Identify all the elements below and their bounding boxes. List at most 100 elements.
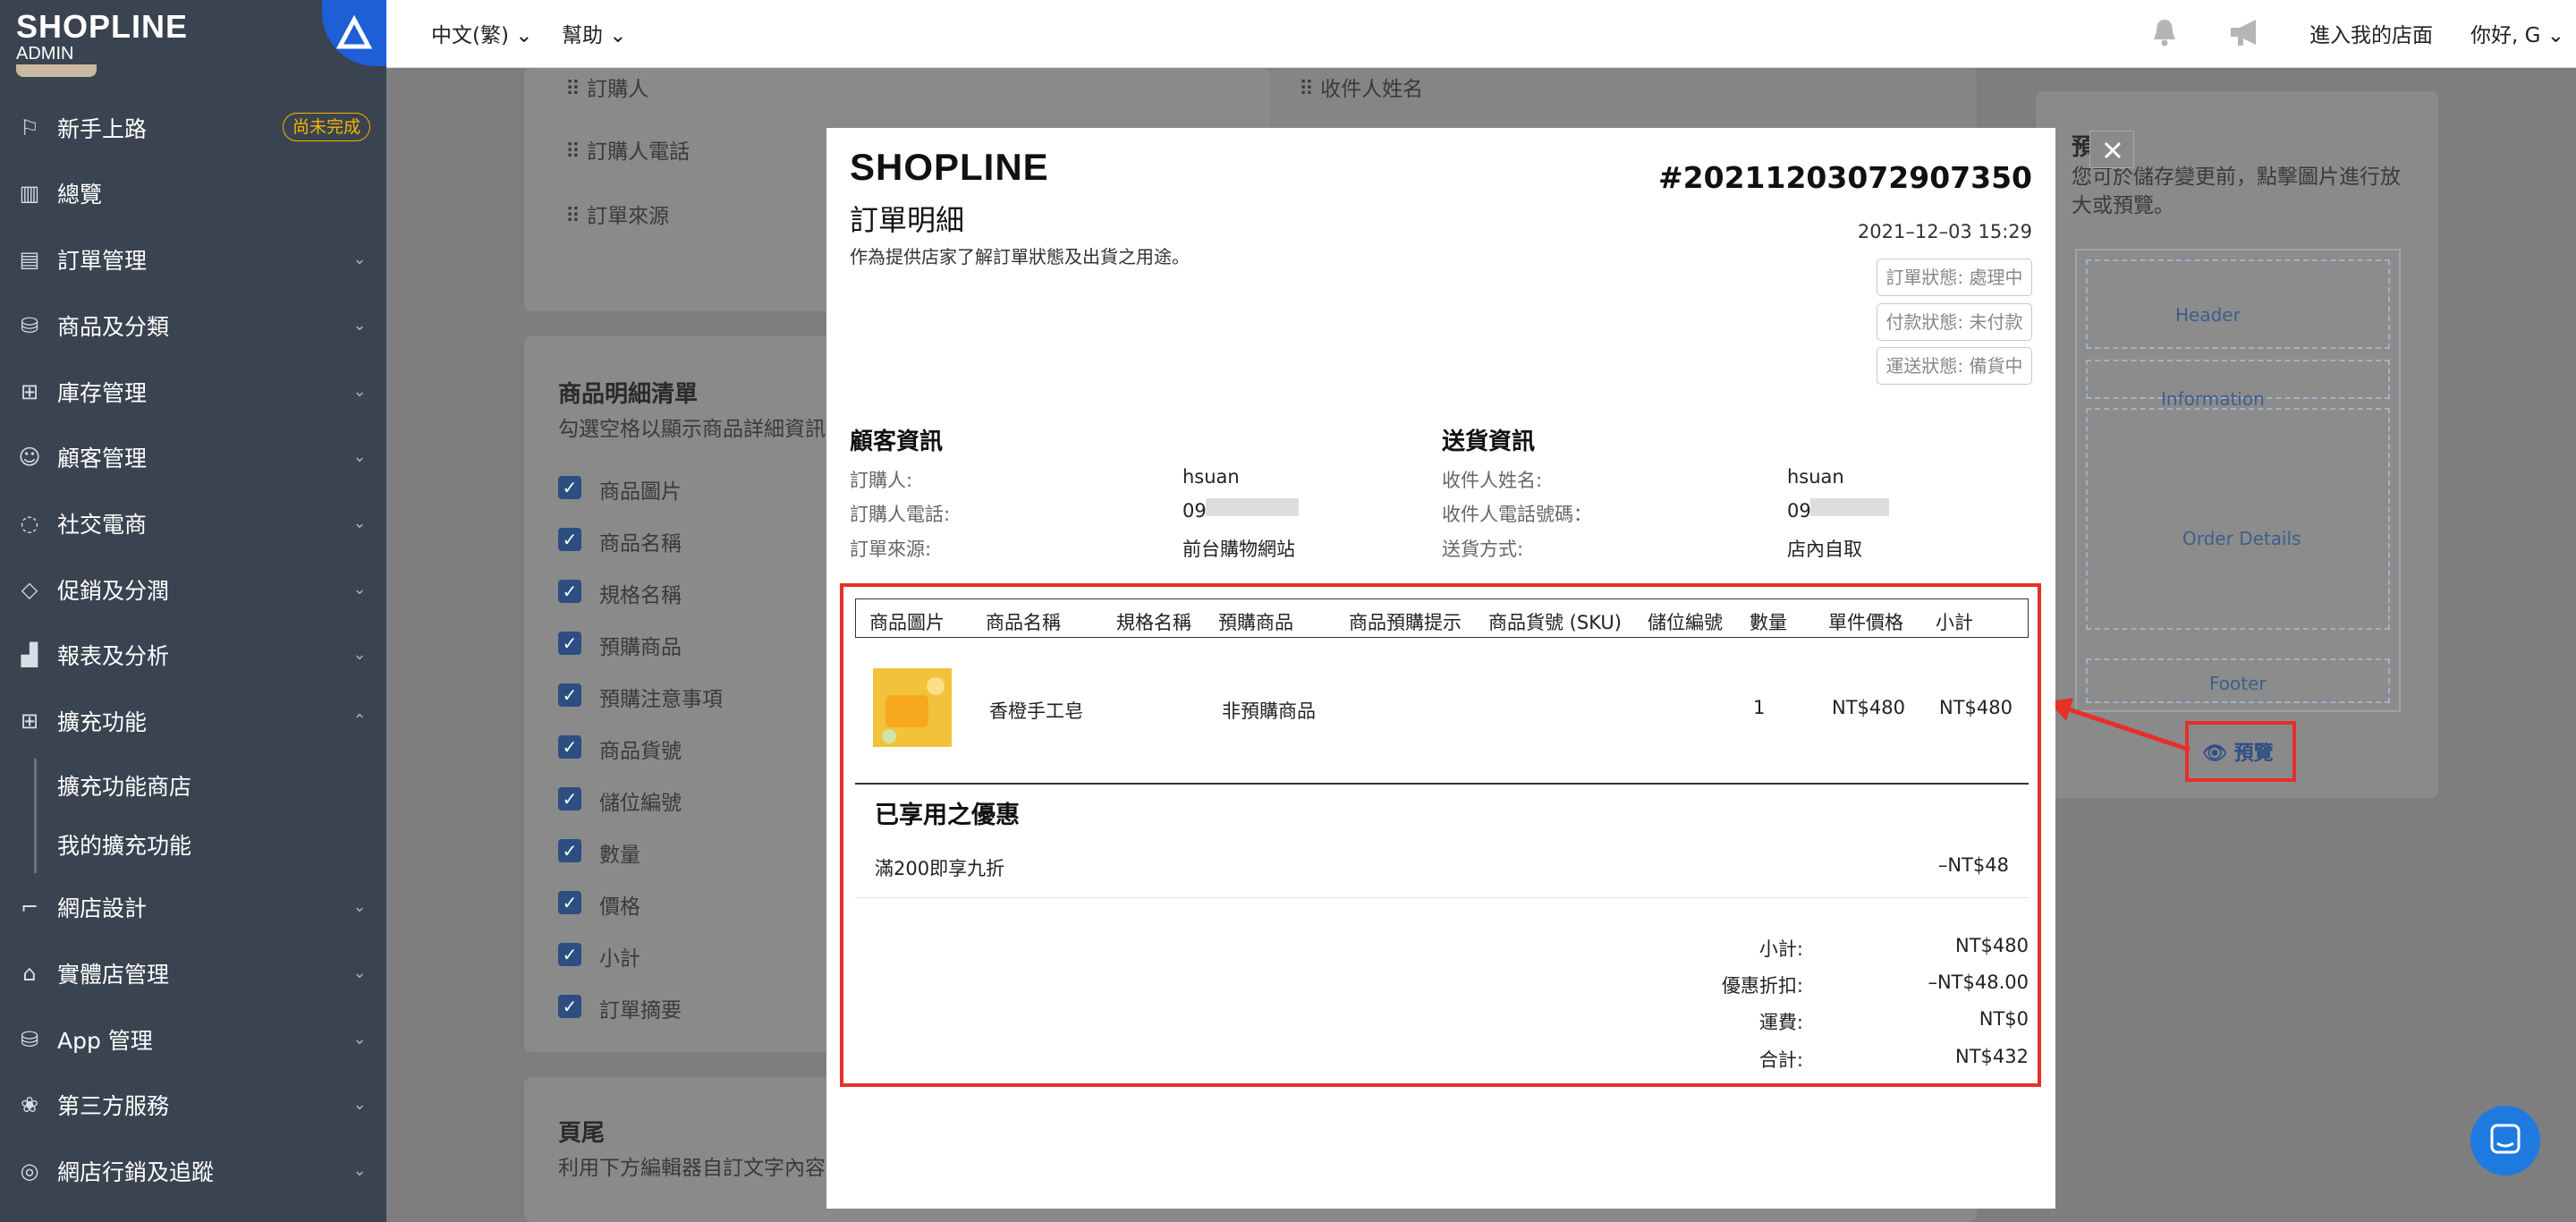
checkbox[interactable]: ✓ <box>558 787 581 810</box>
third-party-icon: ❀ <box>20 1092 39 1117</box>
checkbox[interactable]: ✓ <box>558 528 581 551</box>
field-label: 訂購人電話 <box>587 140 691 164</box>
order-number: #20211203072907350 <box>1658 160 2032 195</box>
sidebar-item-third-party[interactable]: ❀ 第三方服務 ⌄ <box>0 1079 386 1131</box>
sidebar-item-promotions[interactable]: ◇ 促銷及分潤 ⌄ <box>0 564 386 615</box>
apps-plus-icon: ⊞ <box>20 709 39 734</box>
thumb-order-details-block <box>2086 408 2390 630</box>
help-label: 幫助 <box>562 24 603 47</box>
order-datetime: 2021–12–03 15:29 <box>1857 221 2032 242</box>
sidebar-item-extensions[interactable]: ⊞ 擴充功能 ⌃ <box>0 695 386 747</box>
sidebar-item-retail-store[interactable]: ⌂ 實體店管理 ⌄ <box>0 947 386 999</box>
thumb-order-details-label: Order Details <box>2182 528 2301 549</box>
checkbox[interactable]: ✓ <box>558 995 581 1018</box>
sidebar-subitem-extension-store[interactable]: 擴充功能商店 <box>57 769 191 802</box>
checkbox[interactable]: ✓ <box>558 632 581 655</box>
info-label: 訂購人電話: <box>850 504 951 525</box>
user-menu[interactable]: 你好, G ⌄ <box>2470 18 2564 48</box>
checkbox-label: 規格名稱 <box>599 584 682 607</box>
shopping-bag-icon: ⛁ <box>20 313 39 338</box>
brand-logo[interactable]: SHOPLINE ADMIN <box>16 8 189 64</box>
preview-button[interactable]: 👁 預覽 <box>2202 737 2274 766</box>
checkbox-label: 預購商品 <box>599 636 682 659</box>
preview-desc: 您可於儲存變更前，點擊圖片進行放大或預覽。 <box>2072 165 2401 217</box>
customer-info-title: 顧客資訊 <box>850 429 944 455</box>
close-icon[interactable] <box>2089 131 2134 168</box>
brand-name: SHOPLINE <box>16 8 189 45</box>
sidebar-item-getting-started[interactable]: ⚐ 新手上路 尚未完成 <box>0 102 386 154</box>
modal-title: 訂單明細 <box>850 203 965 237</box>
modal-subtitle: 作為提供店家了解訂單狀態及出貨之用途。 <box>850 246 1190 267</box>
chevron-down-icon: ⌄ <box>352 382 367 401</box>
enter-store-link[interactable]: 進入我的店面 <box>2309 18 2433 48</box>
sidebar-item-label: 總覽 <box>57 182 103 208</box>
checkbox[interactable]: ✓ <box>558 683 581 707</box>
greeting-label: 你好, G <box>2470 24 2541 47</box>
sidebar-subitem-my-extensions[interactable]: 我的擴充功能 <box>57 828 191 861</box>
checkbox-label: 商品名稱 <box>599 532 682 556</box>
checkbox[interactable]: ✓ <box>558 839 581 862</box>
brand-sub: ADMIN <box>16 44 74 64</box>
sidebar-item-label: 實體店管理 <box>57 962 170 988</box>
payment-status-badge: 付款狀態: 未付款 <box>1877 303 2032 341</box>
preview-button-label: 預覽 <box>2233 743 2274 765</box>
chat-bubble-icon: ◌ <box>20 511 39 536</box>
sidebar-item-label: App 管理 <box>57 1028 153 1054</box>
sidebar-item-app[interactable]: ⛁ App 管理 ⌄ <box>0 1014 386 1065</box>
sidebar-item-social-commerce[interactable]: ◌ 社交電商 ⌄ <box>0 497 386 549</box>
order-status-badge: 訂單狀態: 處理中 <box>1877 259 2032 296</box>
sidebar-item-customers[interactable]: ☺ 顧客管理 ⌄ <box>0 431 386 483</box>
sidebar-item-marketing[interactable]: ◎ 網店行銷及追蹤 ⌄ <box>0 1145 386 1197</box>
bell-icon[interactable] <box>2147 14 2182 50</box>
checkbox[interactable]: ✓ <box>558 580 581 603</box>
store-avatar[interactable] <box>16 64 97 77</box>
info-label: 訂單來源: <box>850 539 932 560</box>
megaphone-icon[interactable] <box>2225 14 2267 50</box>
sidebar-item-label: 促銷及分潤 <box>57 578 170 604</box>
sidebar-item-reports[interactable]: ▟ 報表及分析 ⌄ <box>0 629 386 681</box>
paint-roller-icon: ⌐ <box>20 895 39 920</box>
bar-chart-icon: ▟ <box>21 642 38 667</box>
order-details-highlight <box>840 583 2041 1087</box>
help-dropdown[interactable]: 幫助 ⌄ <box>562 18 627 48</box>
sidebar-item-label: 社交電商 <box>57 512 148 538</box>
field-label: 訂購人 <box>587 78 649 101</box>
checkbox-label: 數量 <box>599 844 640 867</box>
checkbox[interactable]: ✓ <box>558 735 581 759</box>
incomplete-badge: 尚未完成 <box>283 113 371 141</box>
checkbox[interactable]: ✓ <box>558 943 581 966</box>
thumb-information-label: Information <box>2161 388 2265 410</box>
sidebar-item-label: 訂單管理 <box>57 248 148 274</box>
boxes-icon: ⊞ <box>20 379 39 404</box>
sidebar-item-label: 商品及分類 <box>57 314 170 340</box>
field-label: 收件人姓名 <box>1320 78 1424 101</box>
chat-support-button[interactable] <box>2470 1106 2540 1175</box>
chevron-down-icon: ⌄ <box>352 645 367 664</box>
sidebar-item-inventory[interactable]: ⊞ 庫存管理 ⌄ <box>0 366 386 418</box>
product-section-title: 商品明細清單 <box>558 381 699 408</box>
chevron-down-icon: ⌄ <box>352 447 367 466</box>
preview-thumbnail[interactable]: Header Information Order Details Footer <box>2075 249 2401 712</box>
sidebar-item-overview[interactable]: ▥ 總覽 <box>0 167 386 219</box>
thumb-footer-label: Footer <box>2209 673 2267 694</box>
redacted-phone <box>1810 498 1889 516</box>
checkbox[interactable]: ✓ <box>558 891 581 914</box>
sidebar-item-label: 報表及分析 <box>57 643 170 669</box>
checkbox-label: 預購注意事項 <box>599 688 723 711</box>
field-order-source: ⠿ 訂單來源 <box>565 205 670 228</box>
footer-section-desc: 利用下方編輯器自訂文字內容 <box>558 1157 826 1180</box>
admin-switch-icon[interactable] <box>322 0 386 66</box>
info-value: 09 <box>1182 500 1207 522</box>
sidebar-item-orders[interactable]: ▤ 訂單管理 ⌄ <box>0 233 386 285</box>
checkbox-label: 商品貨號 <box>599 740 682 763</box>
language-dropdown[interactable]: 中文(繁) ⌄ <box>431 18 533 48</box>
sidebar-item-store-design[interactable]: ⌐ 網店設計 ⌄ <box>0 881 386 933</box>
chevron-down-icon: ⌄ <box>352 316 367 335</box>
sidebar-item-products[interactable]: ⛁ 商品及分類 ⌄ <box>0 300 386 352</box>
chevron-down-icon: ⌄ <box>352 250 367 268</box>
info-label: 收件人姓名: <box>1442 470 1543 491</box>
chevron-down-icon: ⌄ <box>352 580 367 598</box>
sidebar-item-label: 網店行銷及追蹤 <box>57 1159 215 1185</box>
chevron-down-icon: ⌄ <box>352 1030 367 1048</box>
checkbox[interactable]: ✓ <box>558 476 581 499</box>
